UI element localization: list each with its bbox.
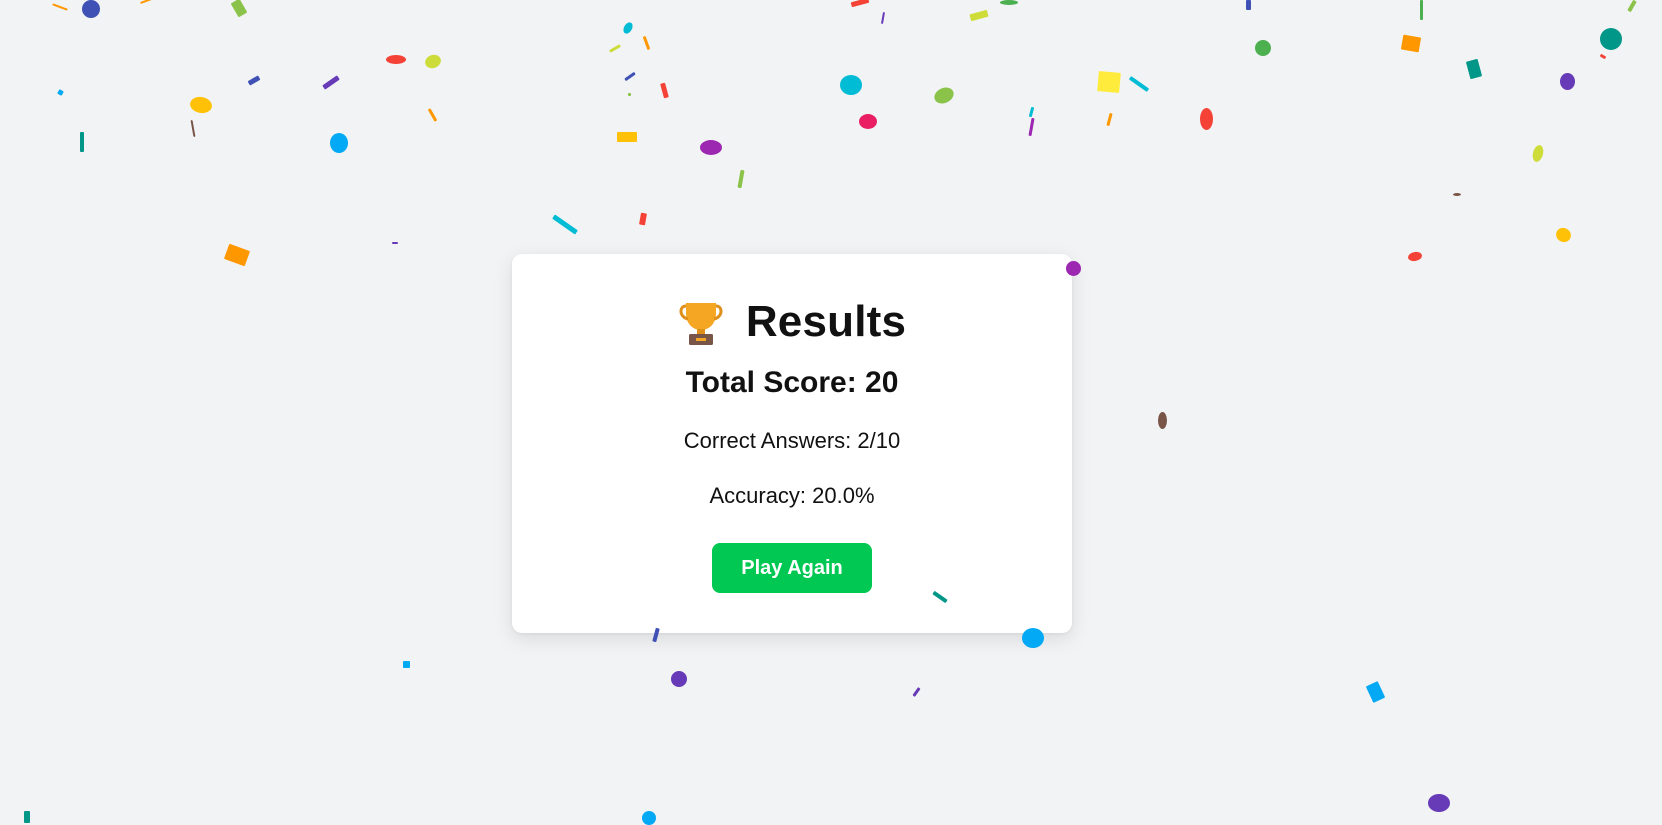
confetti-piece <box>190 119 196 138</box>
confetti-piece <box>880 11 886 25</box>
confetti-piece <box>642 811 656 825</box>
confetti-piece <box>80 132 84 152</box>
confetti-piece <box>386 55 406 64</box>
confetti-piece <box>1028 106 1035 118</box>
confetti-piece <box>1627 0 1637 13</box>
confetti-piece <box>1106 112 1113 127</box>
confetti-piece <box>660 82 669 99</box>
confetti-piece <box>1530 143 1546 164</box>
confetti-piece <box>624 71 636 82</box>
confetti-piece <box>247 75 261 86</box>
confetti-piece <box>1158 412 1167 429</box>
total-score: Total Score: 20 <box>685 366 899 399</box>
accuracy: Accuracy: 20.0% <box>709 483 875 508</box>
confetti-piece <box>1097 71 1121 93</box>
confetti-piece <box>859 114 877 129</box>
correct-answers: Correct Answers: 2/10 <box>683 428 901 453</box>
confetti-piece <box>1600 28 1622 50</box>
confetti-piece <box>850 0 870 8</box>
confetti-piece <box>700 140 722 155</box>
confetti-piece <box>230 0 248 18</box>
confetti-piece <box>1400 34 1422 53</box>
confetti-piece <box>1246 0 1251 10</box>
confetti-piece <box>1255 40 1271 56</box>
confetti-piece <box>1407 250 1423 263</box>
confetti-piece <box>609 44 621 53</box>
confetti-piece <box>223 243 251 267</box>
confetti-piece <box>1420 0 1423 20</box>
results-header: Results <box>512 294 1072 350</box>
confetti-piece <box>1000 0 1018 5</box>
confetti-piece <box>1553 225 1574 245</box>
confetti-piece <box>737 169 745 189</box>
confetti-piece <box>24 811 30 823</box>
confetti-piece <box>671 671 687 687</box>
confetti-piece <box>140 0 152 4</box>
confetti-piece <box>1599 53 1607 60</box>
confetti-piece <box>392 242 398 244</box>
confetti-piece <box>840 75 862 95</box>
confetti-piece <box>1453 193 1461 196</box>
confetti-piece <box>621 20 635 36</box>
trophy-icon <box>679 303 723 345</box>
confetti-piece <box>969 9 989 22</box>
confetti-piece <box>82 0 100 18</box>
confetti-piece <box>427 108 438 122</box>
confetti-piece <box>1028 117 1035 137</box>
confetti-piece <box>639 212 647 226</box>
confetti-piece <box>912 687 921 697</box>
confetti-piece <box>403 661 410 668</box>
confetti-piece <box>52 3 68 11</box>
confetti-piece <box>57 89 64 96</box>
confetti-piece <box>931 84 957 107</box>
confetti-piece <box>1200 108 1213 130</box>
confetti-piece <box>1428 794 1450 812</box>
confetti-piece <box>1560 73 1575 90</box>
confetti-piece <box>322 75 340 90</box>
confetti-piece <box>1128 76 1150 92</box>
confetti-piece <box>628 93 631 96</box>
play-again-button[interactable]: Play Again <box>712 543 872 593</box>
confetti-piece <box>552 214 578 235</box>
confetti-piece <box>1465 58 1483 80</box>
results-title: Results <box>745 297 907 346</box>
confetti-piece <box>330 133 348 153</box>
confetti-piece <box>1365 681 1386 703</box>
confetti-piece <box>188 95 214 115</box>
confetti-piece <box>423 52 443 71</box>
confetti-piece <box>642 35 651 51</box>
results-card: Results Total Score: 20 Correct Answers:… <box>512 254 1072 633</box>
confetti-piece <box>617 132 637 142</box>
